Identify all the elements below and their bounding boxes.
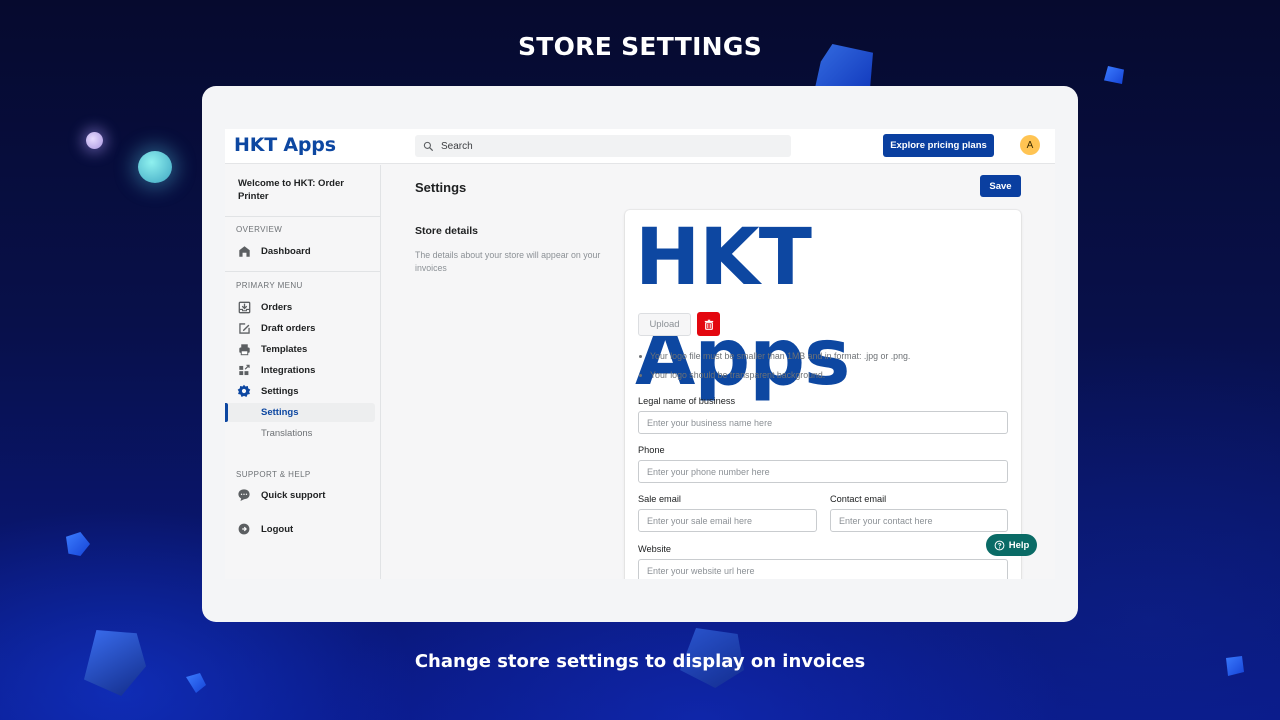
search-input[interactable]: Search <box>415 135 791 157</box>
sidebar-item-label: Logout <box>261 523 294 535</box>
phone-input[interactable] <box>638 460 1008 483</box>
sidebar-item-draft-orders[interactable]: Draft orders <box>225 318 380 338</box>
section-title-support-help: SUPPORT & HELP <box>236 470 311 479</box>
decorative-gem <box>1104 66 1124 84</box>
decorative-orb-lilac <box>86 132 103 149</box>
active-indicator <box>225 403 228 422</box>
section-title-overview: OVERVIEW <box>236 225 283 234</box>
sidebar: Welcome to HKT: Order Printer OVERVIEW D… <box>225 165 381 579</box>
apps-icon <box>237 363 251 377</box>
sidebar-subitem-settings[interactable]: Settings <box>225 403 375 422</box>
screenshot-frame: HKT Apps Search Explore pricing plans A … <box>202 86 1078 622</box>
section-description: The details about your store will appear… <box>415 250 601 273</box>
logo-hint-text: Your logo file must be smaller than 1MB … <box>650 351 911 361</box>
sidebar-item-label: Quick support <box>261 489 326 501</box>
avatar[interactable]: A <box>1020 135 1040 155</box>
home-icon <box>237 244 251 258</box>
welcome-text: Welcome to HKT: Order Printer <box>238 178 344 202</box>
sidebar-item-dashboard[interactable]: Dashboard <box>225 241 380 261</box>
website-input[interactable] <box>638 559 1008 579</box>
page-title: Settings <box>415 180 467 195</box>
sidebar-item-orders[interactable]: Orders <box>225 297 380 317</box>
sidebar-item-label: Dashboard <box>261 245 311 257</box>
search-icon <box>423 141 434 152</box>
top-bar: HKT Apps Search Explore pricing plans A <box>225 129 1055 164</box>
gear-icon <box>237 384 251 398</box>
sidebar-item-logout[interactable]: Logout <box>225 519 380 539</box>
explore-pricing-plans-button[interactable]: Explore pricing plans <box>883 134 994 157</box>
printer-icon <box>237 342 251 356</box>
legal-name-input[interactable] <box>638 411 1008 434</box>
store-details-card: HKT Apps Upload Your logo file must be s… <box>625 210 1021 579</box>
sidebar-item-label: Integrations <box>261 364 316 376</box>
banner-caption: Change store settings to display on invo… <box>414 651 866 672</box>
help-button[interactable]: Help <box>986 534 1037 556</box>
sidebar-item-label: Settings <box>261 385 299 397</box>
sidebar-item-label: Orders <box>261 301 293 313</box>
logout-icon <box>237 522 251 536</box>
trash-icon <box>703 318 715 331</box>
logo-hint-text: Your logo should be transparent backgrou… <box>650 370 826 380</box>
save-button[interactable]: Save <box>980 175 1021 197</box>
banner-heading: STORE SETTINGS <box>517 32 763 61</box>
decorative-gem <box>66 532 90 556</box>
bullet <box>639 373 642 377</box>
sidebar-item-settings[interactable]: Settings <box>225 381 380 401</box>
chat-icon <box>237 488 251 502</box>
bullet <box>639 354 642 358</box>
edit-note-icon <box>237 321 251 335</box>
sidebar-item-label: Draft orders <box>261 322 316 334</box>
sidebar-divider <box>225 271 380 272</box>
sidebar-item-integrations[interactable]: Integrations <box>225 360 380 380</box>
section-title-primary-menu: PRIMARY MENU <box>236 281 303 290</box>
sidebar-divider <box>225 216 380 217</box>
decorative-gem <box>186 673 206 693</box>
help-label: Help <box>1008 539 1030 551</box>
sidebar-item-label: Templates <box>261 343 308 355</box>
sidebar-item-templates[interactable]: Templates <box>225 339 380 359</box>
decorative-orb-teal <box>138 151 172 183</box>
delete-logo-button[interactable] <box>697 312 720 336</box>
legal-name-label: Legal name of business <box>638 396 736 406</box>
section-heading: Store details <box>415 225 479 237</box>
upload-button[interactable]: Upload <box>638 313 691 336</box>
logo-hint: Your logo file must be smaller than 1MB … <box>639 351 910 361</box>
question-circle-icon <box>994 540 1009 551</box>
sale-email-label: Sale email <box>638 494 681 504</box>
search-placeholder: Search <box>441 140 473 152</box>
brand-logo[interactable]: HKT Apps <box>234 134 336 156</box>
sidebar-item-quick-support[interactable]: Quick support <box>225 485 380 505</box>
app-window: HKT Apps Search Explore pricing plans A … <box>225 129 1055 579</box>
sidebar-subitem-label: Settings <box>261 407 299 418</box>
sidebar-subitem-label: Translations <box>261 428 313 439</box>
contact-email-input[interactable] <box>830 509 1008 532</box>
sidebar-subitem-translations[interactable]: Translations <box>227 424 375 443</box>
phone-label: Phone <box>638 445 665 455</box>
logo-hint: Your logo should be transparent backgrou… <box>639 370 825 380</box>
sale-email-input[interactable] <box>638 509 817 532</box>
contact-email-label: Contact email <box>830 494 887 504</box>
website-label: Website <box>638 544 672 554</box>
inbox-download-icon <box>237 300 251 314</box>
